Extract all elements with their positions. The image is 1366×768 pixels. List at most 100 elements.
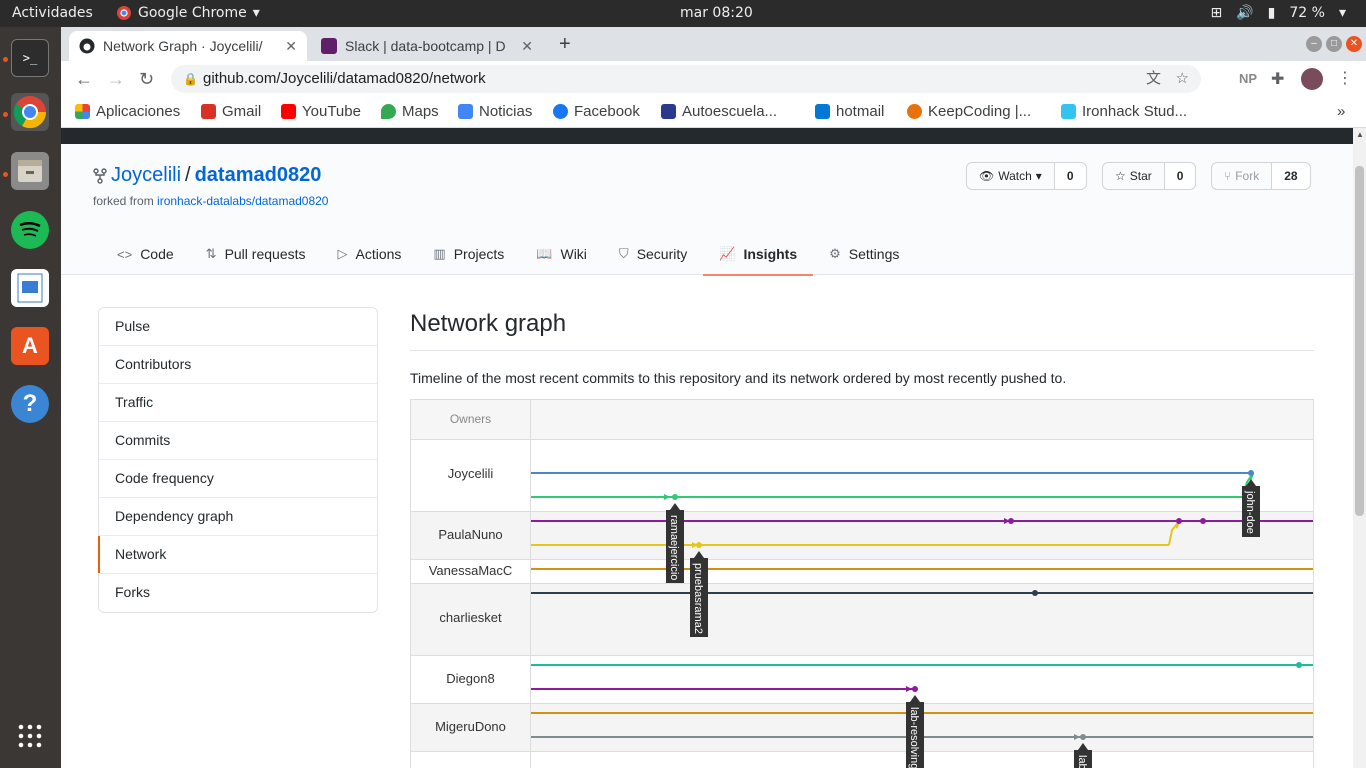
commit-dot[interactable] — [1008, 518, 1014, 524]
bookmark-hotmail[interactable]: hotmail — [815, 103, 884, 120]
repo-name-link[interactable]: datamad0820 — [195, 164, 322, 187]
svg-text:lab-resolving: lab-resolving — [908, 707, 920, 768]
network-graph-canvas[interactable]: ramaejercicio pruebasrama2 john-doe lab-… — [411, 400, 1313, 768]
menu-item-pulse[interactable]: Pulse — [99, 308, 377, 346]
tab-insights[interactable]: 📈 Insights — [703, 234, 814, 276]
tab-pull-requests[interactable]: ⇅ Pull requests — [190, 234, 322, 276]
show-apps-icon[interactable] — [11, 717, 49, 755]
system-tray[interactable]: ⊞ 🔊 ▮ 72 % ▾ — [1211, 5, 1347, 21]
page-scrollbar[interactable]: ▲ — [1353, 128, 1366, 768]
chrome-icon[interactable] — [11, 93, 49, 131]
svg-text:ramaejercicio: ramaejercicio — [668, 515, 680, 580]
bookmark-maps[interactable]: Maps — [381, 103, 439, 120]
back-icon[interactable]: ← — [75, 69, 93, 90]
tab-network-graph[interactable]: Network Graph · Joycelili/ ✕ — [69, 31, 307, 61]
more-bookmarks-icon[interactable]: » — [1337, 103, 1345, 120]
menu-item-commits[interactable]: Commits — [99, 422, 377, 460]
reload-icon[interactable]: ↻ — [139, 69, 154, 90]
bookmark-noticias[interactable]: Noticias — [458, 103, 532, 120]
commit-dot[interactable] — [1200, 518, 1206, 524]
commit-dot[interactable] — [1176, 518, 1182, 524]
bookmark-facebook[interactable]: Facebook — [553, 103, 640, 120]
commit-dot[interactable] — [912, 686, 918, 692]
extensions-icon[interactable]: ✚ — [1271, 69, 1284, 89]
chrome-icon — [117, 6, 131, 20]
bookmark-ironhack[interactable]: Ironhack Stud... — [1061, 103, 1187, 120]
branch-label[interactable]: lab — [1074, 743, 1092, 768]
new-tab-button[interactable]: + — [559, 33, 571, 56]
tab-slack[interactable]: Slack | data-bootcamp | D ✕ — [311, 31, 543, 61]
commit-dot[interactable] — [672, 494, 678, 500]
maximize-icon[interactable]: □ — [1326, 36, 1342, 52]
scroll-up-icon[interactable]: ▲ — [1356, 130, 1364, 139]
tab-settings[interactable]: ⚙ Settings — [813, 234, 915, 276]
profile-initials[interactable]: NP — [1239, 71, 1257, 86]
insights-menu: Pulse Contributors Traffic Commits Code … — [98, 307, 378, 613]
bookmark-autoescuela[interactable]: Autoescuela... — [661, 103, 777, 120]
bookmark-youtube[interactable]: YouTube — [281, 103, 361, 120]
commit-dot[interactable] — [1248, 470, 1254, 476]
star-count[interactable]: 0 — [1164, 163, 1196, 189]
translate-icon[interactable]: 文 — [1146, 65, 1161, 93]
star-button[interactable]: ☆ Star — [1103, 163, 1165, 189]
branch-label[interactable]: ramaejercicio — [666, 503, 684, 583]
menu-item-dependency-graph[interactable]: Dependency graph — [99, 498, 377, 536]
menu-item-contributors[interactable]: Contributors — [99, 346, 377, 384]
commit-dot[interactable] — [1080, 734, 1086, 740]
watch-button[interactable]: 👁 Watch ▾ — [967, 163, 1055, 189]
ironhack-icon — [1061, 104, 1076, 119]
fork-count[interactable]: 28 — [1272, 163, 1310, 189]
bookmark-gmail[interactable]: Gmail — [201, 103, 261, 120]
files-icon[interactable] — [11, 152, 49, 190]
network-graph[interactable]: Owners Joycelili PaulaNuno VanessaMacC c… — [410, 399, 1314, 768]
branch-label[interactable]: lab-resolving — [906, 695, 924, 768]
software-center-icon[interactable]: A — [11, 327, 49, 365]
activities-button[interactable]: Actividades — [12, 5, 93, 21]
project-icon: ▥ — [433, 246, 446, 261]
terminal-icon[interactable]: >_ — [11, 39, 49, 77]
gear-icon: ⚙ — [829, 246, 841, 261]
keepcoding-icon — [907, 104, 922, 119]
graph-commits — [672, 470, 1302, 740]
clock[interactable]: mar 08:20 — [680, 5, 753, 21]
graph-icon: 📈 — [719, 246, 736, 261]
branch-label[interactable]: pruebasrama2 — [690, 551, 708, 637]
bookmark-keepcoding[interactable]: KeepCoding |... — [907, 103, 1031, 120]
branch-labels: ramaejercicio pruebasrama2 john-doe lab-… — [666, 479, 1260, 768]
star-icon[interactable]: ☆ — [1176, 65, 1189, 93]
forward-icon[interactable]: → — [107, 69, 125, 90]
close-window-icon[interactable]: ✕ — [1346, 36, 1362, 52]
document-viewer-icon[interactable] — [11, 269, 49, 307]
menu-item-code-frequency[interactable]: Code frequency — [99, 460, 377, 498]
commit-dot[interactable] — [1296, 662, 1302, 668]
more-menu-icon[interactable]: ⋮ — [1337, 68, 1353, 88]
bookmark-aplicaciones[interactable]: Aplicaciones — [75, 103, 180, 120]
play-icon: ▷ — [337, 246, 348, 261]
close-tab-icon[interactable]: ✕ — [521, 38, 533, 55]
fork-button[interactable]: ⑂ Fork — [1212, 163, 1273, 189]
fork-icon: ⑂ — [1224, 169, 1232, 183]
watch-count[interactable]: 0 — [1054, 163, 1086, 189]
close-tab-icon[interactable]: ✕ — [285, 38, 297, 55]
commit-dot[interactable] — [696, 542, 702, 548]
tab-actions[interactable]: ▷ Actions — [322, 234, 418, 276]
forked-from-link[interactable]: ironhack-datalabs/datamad0820 — [157, 194, 328, 208]
branch-label[interactable]: john-doe — [1242, 479, 1260, 537]
app-menu[interactable]: Google Chrome ▾ — [116, 5, 260, 21]
help-icon[interactable]: ? — [11, 385, 49, 423]
menu-item-network[interactable]: Network — [98, 536, 377, 574]
menu-item-traffic[interactable]: Traffic — [99, 384, 377, 422]
minimize-icon[interactable]: – — [1306, 36, 1322, 52]
tab-projects[interactable]: ▥ Projects — [417, 234, 520, 276]
tab-code[interactable]: <> Code — [101, 234, 190, 276]
tab-security[interactable]: ⛉ Security — [603, 234, 703, 276]
avatar[interactable] — [1301, 68, 1323, 90]
spotify-icon[interactable] — [11, 211, 49, 249]
star-icon: ☆ — [1115, 169, 1126, 183]
menu-item-forks[interactable]: Forks — [99, 574, 377, 612]
repo-owner-link[interactable]: Joycelili — [111, 164, 181, 187]
address-bar[interactable]: 🔒 github.com/Joycelili/datamad0820/netwo… — [171, 65, 1201, 93]
commit-dot[interactable] — [1032, 590, 1038, 596]
scrollbar-thumb[interactable] — [1355, 166, 1364, 516]
tab-wiki[interactable]: 📖 Wiki — [520, 234, 603, 276]
